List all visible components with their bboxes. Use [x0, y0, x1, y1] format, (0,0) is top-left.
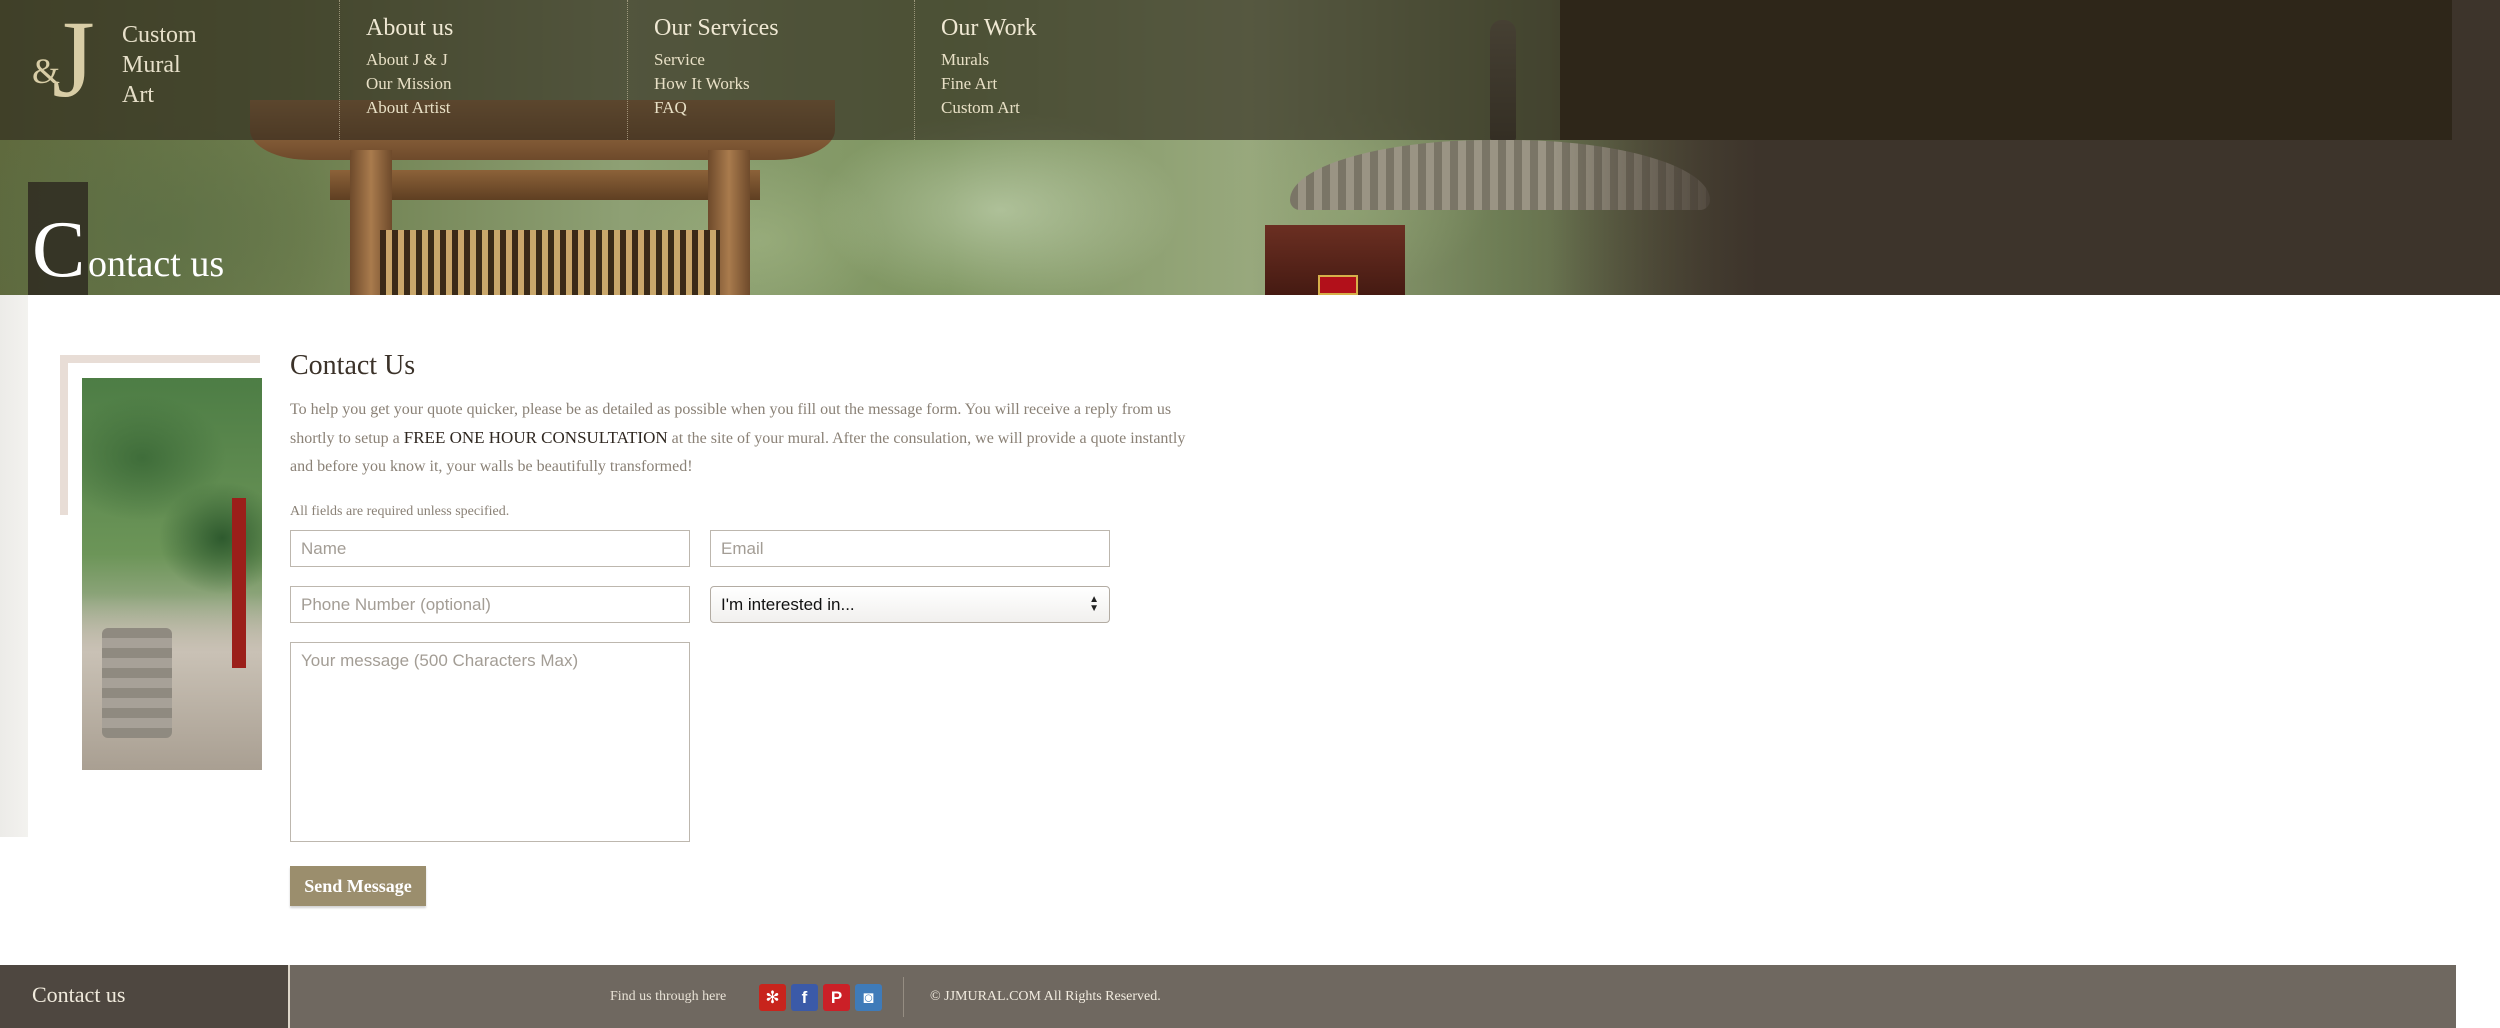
intro-highlight: FREE ONE HOUR CONSULTATION: [403, 428, 668, 447]
nav-link-our-mission[interactable]: Our Mission: [366, 72, 627, 96]
nav-link-about-artist[interactable]: About Artist: [366, 96, 627, 120]
stone-railing-illustration: [102, 628, 172, 738]
nav-links-about: About J & J Our Mission About Artist: [366, 48, 627, 120]
contact-intro: To help you get your quote quicker, plea…: [290, 396, 1210, 481]
logo-line: Mural: [122, 52, 181, 78]
nav-link-service[interactable]: Service: [654, 48, 914, 72]
instagram-icon[interactable]: ◙: [855, 984, 882, 1011]
yelp-icon[interactable]: ✻: [759, 984, 786, 1011]
required-fields-note: All fields are required unless specified…: [290, 504, 510, 519]
name-input[interactable]: [290, 530, 690, 567]
interest-select-value: I'm interested in...: [721, 595, 855, 614]
nav-link-murals[interactable]: Murals: [941, 48, 1214, 72]
garden-photo: [82, 378, 262, 770]
nav-heading-about-us[interactable]: About us: [366, 14, 627, 42]
select-arrows-icon: ▲ ▼: [1089, 594, 1099, 614]
email-input[interactable]: [710, 530, 1110, 567]
find-us-label: Find us through here: [610, 989, 727, 1004]
page-title: ontact us: [88, 243, 225, 285]
logo-wordmark: Custom Mural Art: [122, 20, 242, 110]
hero-banner: & J Custom Mural Art About us About J & …: [0, 0, 2500, 295]
nav-bar-dark-panel: [1560, 0, 2452, 140]
phone-input[interactable]: [290, 586, 690, 623]
gate-beam-illustration: [330, 170, 760, 200]
nav-heading-our-services[interactable]: Our Services: [654, 14, 914, 42]
nav-link-custom-art[interactable]: Custom Art: [941, 96, 1214, 120]
page-title-initial: C: [32, 206, 86, 294]
logo-line: Custom: [122, 22, 197, 48]
nav-link-faq[interactable]: FAQ: [654, 96, 914, 120]
top-navigation: & J Custom Mural Art About us About J & …: [0, 0, 2452, 140]
facebook-icon[interactable]: f: [791, 984, 818, 1011]
footer-divider: [903, 977, 904, 1017]
nav-links-services: Service How It Works FAQ: [654, 48, 914, 120]
logo-letter-j: J: [52, 0, 95, 120]
contact-heading: Contact Us: [290, 350, 416, 381]
interest-select[interactable]: I'm interested in... ▲ ▼: [710, 586, 1110, 623]
site-footer: Contact us Find us through here ✻ f P ◙ …: [0, 965, 2456, 1028]
copyright-text: © JJMURAL.COM All Rights Reserved.: [930, 989, 1161, 1004]
footer-contact-panel: Contact us: [0, 965, 290, 1028]
logo-line: Art: [122, 82, 154, 108]
send-message-button[interactable]: Send Message: [290, 866, 426, 906]
nav-column-services: Our Services Service How It Works FAQ: [627, 0, 914, 140]
nav-heading-our-work[interactable]: Our Work: [941, 14, 1214, 42]
pagoda-plaque-illustration: [1318, 275, 1358, 295]
gate-grill-illustration: [380, 230, 720, 295]
nav-link-about-jj[interactable]: About J & J: [366, 48, 627, 72]
contact-content: Contact Us To help you get your quote qu…: [290, 350, 1210, 481]
nav-column-work: Our Work Murals Fine Art Custom Art: [914, 0, 1214, 140]
paper-texture-strip: [0, 295, 28, 837]
nav-column-about: About us About J & J Our Mission About A…: [339, 0, 627, 140]
nav-link-how-it-works[interactable]: How It Works: [654, 72, 914, 96]
footer-contact-link[interactable]: Contact us: [32, 982, 126, 1008]
message-textarea[interactable]: [290, 642, 690, 842]
pinterest-icon[interactable]: P: [823, 984, 850, 1011]
nav-links-work: Murals Fine Art Custom Art: [941, 48, 1214, 120]
nav-link-fine-art[interactable]: Fine Art: [941, 72, 1214, 96]
red-pillar-illustration: [232, 498, 246, 668]
